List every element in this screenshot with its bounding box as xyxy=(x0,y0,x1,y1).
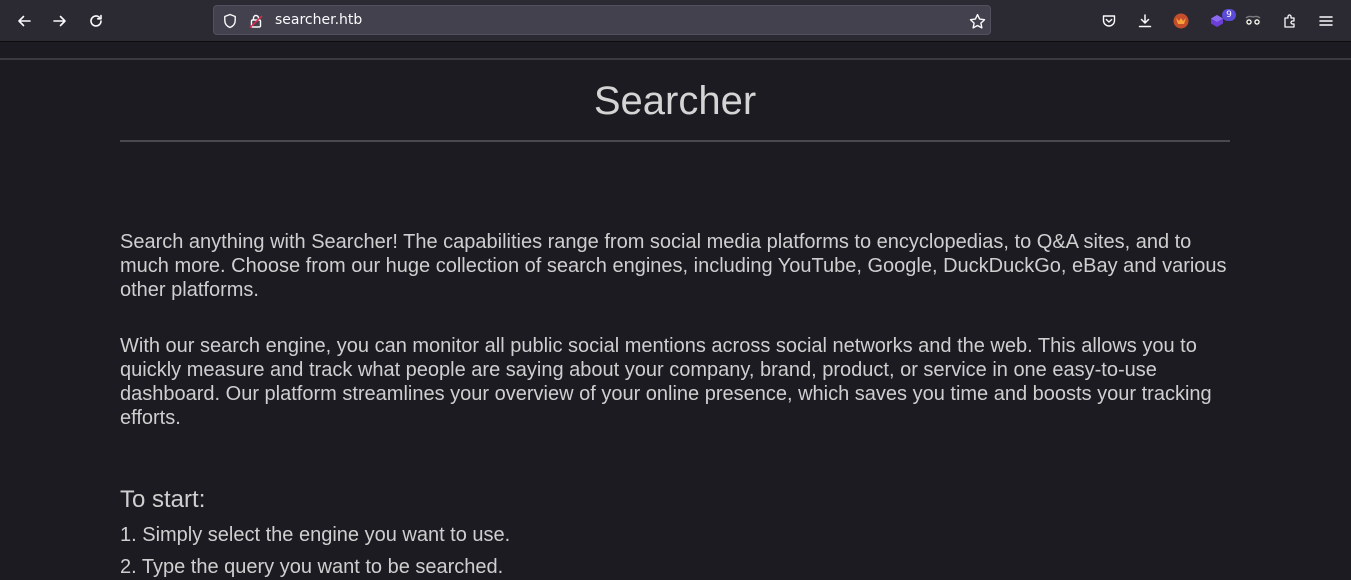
forward-button[interactable] xyxy=(46,7,74,35)
puzzle-icon xyxy=(1282,13,1298,29)
step-item: 1. Simply select the engine you want to … xyxy=(120,524,511,546)
arrow-right-icon xyxy=(52,13,68,29)
app-menu-button[interactable] xyxy=(1312,7,1340,35)
arrow-left-icon xyxy=(16,13,32,29)
extension-button-badge[interactable]: 9 xyxy=(1203,7,1236,35)
title-divider xyxy=(120,140,1230,142)
url-bar[interactable]: searcher.htb xyxy=(213,5,991,35)
star-icon[interactable] xyxy=(968,12,986,30)
lock-icon[interactable] xyxy=(247,12,265,30)
start-heading: To start: xyxy=(120,486,206,513)
extension-badge-count: 9 xyxy=(1222,9,1236,21)
extension-button-glasses[interactable] xyxy=(1239,7,1267,35)
intro-paragraph: Search anything with Searcher! The capab… xyxy=(120,231,1227,301)
pocket-button[interactable] xyxy=(1095,7,1123,35)
hamburger-menu-icon xyxy=(1318,13,1334,29)
extensions-button[interactable] xyxy=(1276,7,1304,35)
page-title: Searcher xyxy=(593,79,757,123)
reload-icon xyxy=(88,13,104,29)
step-item: 2. Type the query you want to be searche… xyxy=(120,556,504,578)
shield-icon[interactable] xyxy=(221,12,239,30)
puzzle-cube-icon: 9 xyxy=(1208,9,1236,30)
extension-button-fox[interactable] xyxy=(1167,7,1195,35)
monitoring-paragraph: With our search engine, you can monitor … xyxy=(120,335,1212,429)
back-button[interactable] xyxy=(10,7,38,35)
foxy-proxy-icon xyxy=(1172,12,1190,30)
page-top-spacer xyxy=(0,42,1351,58)
browser-toolbar: searcher.htb 9 xyxy=(0,0,1351,42)
download-icon xyxy=(1137,13,1153,29)
top-divider xyxy=(0,58,1351,60)
url-text[interactable]: searcher.htb xyxy=(275,12,362,28)
downloads-button[interactable] xyxy=(1131,7,1159,35)
reload-button[interactable] xyxy=(82,7,110,35)
pocket-icon xyxy=(1101,13,1117,29)
spy-glasses-icon xyxy=(1243,13,1263,29)
